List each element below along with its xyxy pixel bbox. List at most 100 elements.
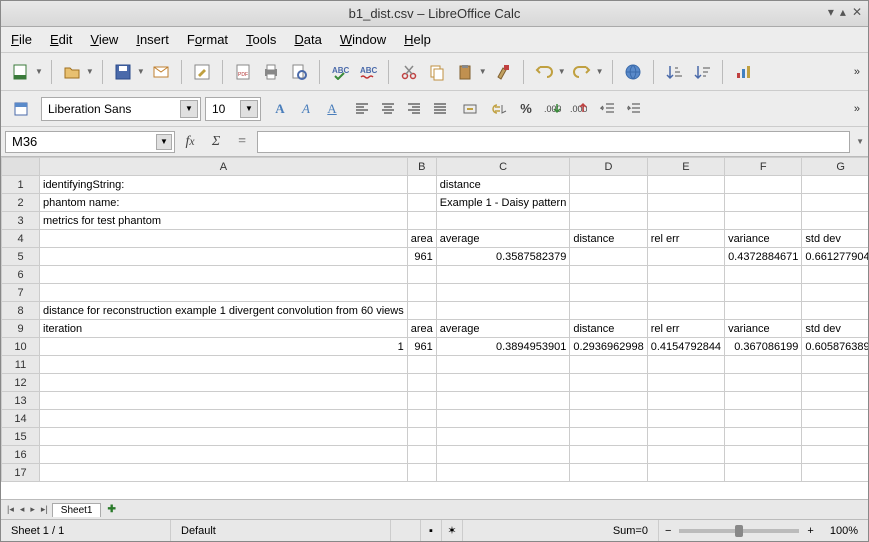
cell-B8[interactable] — [407, 302, 436, 320]
fmtbar-overflow[interactable]: » — [854, 103, 860, 115]
cell-D17[interactable] — [570, 464, 647, 482]
cell-B15[interactable] — [407, 428, 436, 446]
cell-F5[interactable]: 0.4372884671 — [725, 248, 802, 266]
cell-C5[interactable]: 0.3587582379 — [436, 248, 570, 266]
cell-A14[interactable] — [40, 410, 408, 428]
cell-G8[interactable] — [802, 302, 868, 320]
cell-D1[interactable] — [570, 176, 647, 194]
cell-E5[interactable] — [647, 248, 724, 266]
maximize-button[interactable]: ▴ — [840, 5, 846, 19]
align-center-icon[interactable] — [377, 98, 399, 120]
cell-E9[interactable]: rel err — [647, 320, 724, 338]
close-button[interactable]: ✕ — [852, 5, 862, 19]
cell-F3[interactable] — [725, 212, 802, 230]
namebox-dropdown[interactable]: ▼ — [156, 134, 172, 150]
cell-F11[interactable] — [725, 356, 802, 374]
tab-last-icon[interactable]: ▸| — [39, 504, 50, 515]
cell-F9[interactable]: variance — [725, 320, 802, 338]
cell-D4[interactable]: distance — [570, 230, 647, 248]
cell-G16[interactable] — [802, 446, 868, 464]
row-header-4[interactable]: 4 — [2, 230, 40, 248]
cell-E17[interactable] — [647, 464, 724, 482]
cell-E1[interactable] — [647, 176, 724, 194]
new-dropdown[interactable]: ▼ — [35, 67, 43, 76]
cell-B6[interactable] — [407, 266, 436, 284]
auto-spellcheck-icon[interactable]: ABC — [356, 60, 380, 84]
cell-B2[interactable] — [407, 194, 436, 212]
col-header-D[interactable]: D — [570, 158, 647, 176]
cell-G12[interactable] — [802, 374, 868, 392]
cell-E16[interactable] — [647, 446, 724, 464]
cell-F1[interactable] — [725, 176, 802, 194]
styles-icon[interactable] — [9, 97, 33, 121]
menu-insert[interactable]: Insert — [136, 32, 169, 47]
cell-C8[interactable] — [436, 302, 570, 320]
format-paintbrush-icon[interactable] — [491, 60, 515, 84]
chart-icon[interactable] — [731, 60, 755, 84]
cell-E12[interactable] — [647, 374, 724, 392]
cell-E7[interactable] — [647, 284, 724, 302]
col-header-G[interactable]: G — [802, 158, 868, 176]
cell-D14[interactable] — [570, 410, 647, 428]
merge-cells-icon[interactable] — [459, 98, 481, 120]
open-dropdown[interactable]: ▼ — [86, 67, 94, 76]
percent-icon[interactable]: % — [515, 98, 537, 120]
sort-desc-icon[interactable] — [690, 60, 714, 84]
redo-dropdown[interactable]: ▼ — [596, 67, 604, 76]
cell-F8[interactable] — [725, 302, 802, 320]
cell-A4[interactable] — [40, 230, 408, 248]
row-header-7[interactable]: 7 — [2, 284, 40, 302]
paste-dropdown[interactable]: ▼ — [479, 67, 487, 76]
col-header-C[interactable]: C — [436, 158, 570, 176]
row-header-5[interactable]: 5 — [2, 248, 40, 266]
cell-A5[interactable] — [40, 248, 408, 266]
open-icon[interactable] — [60, 60, 84, 84]
row-header-17[interactable]: 17 — [2, 464, 40, 482]
spreadsheet-grid[interactable]: A B C D E F G H I 1identifyingString:dis… — [1, 157, 868, 499]
cell-B14[interactable] — [407, 410, 436, 428]
row-header-9[interactable]: 9 — [2, 320, 40, 338]
redo-icon[interactable] — [570, 60, 594, 84]
font-name-combo[interactable]: Liberation Sans ▼ — [41, 97, 201, 121]
cell-B17[interactable] — [407, 464, 436, 482]
cell-D2[interactable] — [570, 194, 647, 212]
cell-C2[interactable]: Example 1 - Daisy pattern — [436, 194, 570, 212]
status-selection-icon[interactable]: ✶ — [442, 520, 463, 541]
undo-icon[interactable] — [532, 60, 556, 84]
formula-input[interactable] — [257, 131, 850, 153]
new-doc-icon[interactable] — [9, 60, 33, 84]
cell-G3[interactable] — [802, 212, 868, 230]
decrease-indent-icon[interactable] — [597, 98, 619, 120]
cell-E10[interactable]: 0.4154792844 — [647, 338, 724, 356]
edit-mode-icon[interactable] — [190, 60, 214, 84]
cell-E2[interactable] — [647, 194, 724, 212]
save-icon[interactable] — [111, 60, 135, 84]
col-header-E[interactable]: E — [647, 158, 724, 176]
cell-G9[interactable]: std dev — [802, 320, 868, 338]
cell-A9[interactable]: iteration — [40, 320, 408, 338]
cell-name-box[interactable]: M36 ▼ — [5, 131, 175, 153]
sum-icon[interactable]: Σ — [205, 131, 227, 153]
cell-E6[interactable] — [647, 266, 724, 284]
cell-A8[interactable]: distance for reconstruction example 1 di… — [40, 302, 408, 320]
cell-B4[interactable]: area — [407, 230, 436, 248]
cell-C13[interactable] — [436, 392, 570, 410]
cell-C14[interactable] — [436, 410, 570, 428]
sheet-tab-1[interactable]: Sheet1 — [52, 503, 102, 517]
cell-F17[interactable] — [725, 464, 802, 482]
row-header-16[interactable]: 16 — [2, 446, 40, 464]
cell-A12[interactable] — [40, 374, 408, 392]
row-header-11[interactable]: 11 — [2, 356, 40, 374]
cut-icon[interactable] — [397, 60, 421, 84]
email-icon[interactable] — [149, 60, 173, 84]
cell-A6[interactable] — [40, 266, 408, 284]
cell-C16[interactable] — [436, 446, 570, 464]
cell-F16[interactable] — [725, 446, 802, 464]
cell-C17[interactable] — [436, 464, 570, 482]
equals-icon[interactable]: = — [231, 131, 253, 153]
cell-D5[interactable] — [570, 248, 647, 266]
menu-file[interactable]: File — [11, 32, 32, 47]
sort-asc-icon[interactable] — [662, 60, 686, 84]
currency-icon[interactable] — [489, 98, 511, 120]
cell-F12[interactable] — [725, 374, 802, 392]
